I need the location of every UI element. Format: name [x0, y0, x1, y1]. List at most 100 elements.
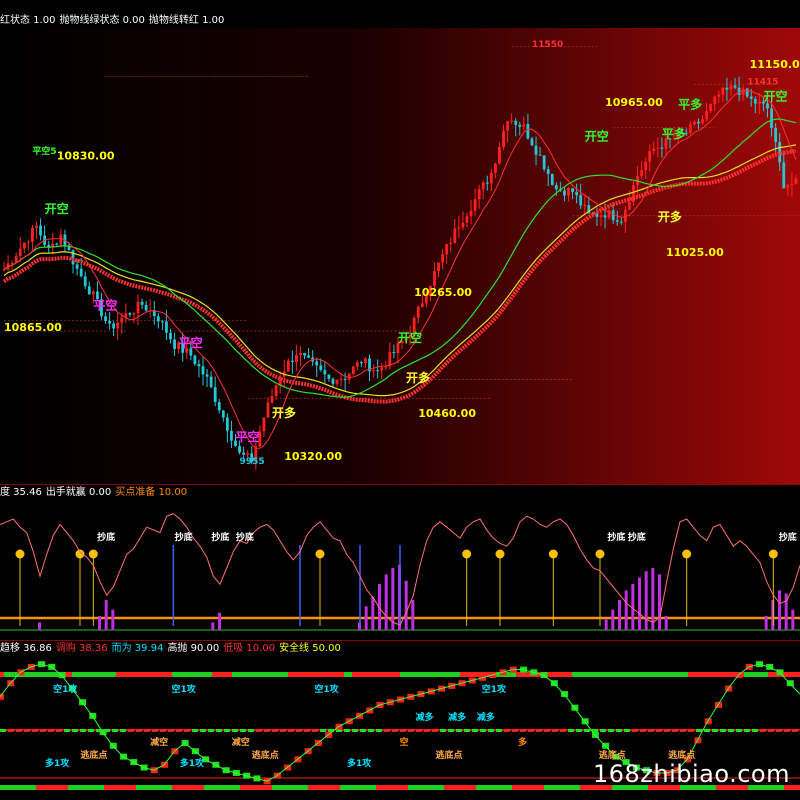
- price-label: 10965.00: [605, 96, 663, 109]
- status-strip-bottom: [464, 785, 468, 790]
- candle-body: [209, 376, 213, 388]
- candle-body: [721, 87, 725, 95]
- status-strip-top: [328, 672, 332, 677]
- status-strip-top: [308, 672, 312, 677]
- candle-body: [705, 110, 708, 120]
- status-strip-bottom: [352, 785, 356, 790]
- candle-body: [173, 339, 176, 350]
- signal-label: 开多: [406, 370, 430, 385]
- mid-strip: [288, 729, 294, 732]
- status-strip-bottom: [360, 785, 364, 790]
- candle-body: [725, 87, 729, 90]
- mid-strip: [472, 729, 478, 732]
- mid-strip: [784, 729, 790, 732]
- mid-strip: [304, 729, 310, 732]
- status-strip-top: [312, 672, 316, 677]
- status-strip-top: [552, 672, 556, 677]
- mid-strip: [744, 729, 750, 732]
- status-strip-bottom: [20, 785, 24, 790]
- status-strip-bottom: [136, 785, 140, 790]
- status-strip-top: [424, 672, 428, 677]
- mid-strip: [584, 729, 590, 732]
- mid-strip: [776, 729, 782, 732]
- status-strip-bottom: [76, 785, 80, 790]
- status-strip-top: [748, 672, 752, 677]
- status-strip-top: [560, 672, 564, 677]
- candle-body: [213, 387, 217, 403]
- mid-strip: [568, 729, 574, 732]
- mid-strip: [656, 729, 662, 732]
- mid-strip: [416, 729, 422, 732]
- status-strip-bottom: [588, 785, 592, 790]
- status-strip-top: [28, 672, 32, 677]
- dip-bar: [624, 590, 628, 630]
- status-strip-bottom: [156, 785, 160, 790]
- candle-body: [10, 262, 14, 264]
- candle-body: [116, 322, 120, 329]
- candle-body: [225, 417, 229, 431]
- status-strip-bottom: [180, 785, 184, 790]
- dip-bar: [411, 600, 415, 630]
- header-item: 抛物线转红 1.00: [148, 15, 225, 26]
- status-strip-bottom: [420, 785, 424, 790]
- candle-body: [286, 360, 290, 372]
- mid-strip: [88, 729, 94, 732]
- status-strip-top: [452, 672, 456, 677]
- status-strip-top: [568, 672, 572, 677]
- status-strip-bottom: [564, 785, 568, 790]
- status-strip-bottom: [320, 785, 324, 790]
- status-strip-bottom: [480, 785, 484, 790]
- status-strip-bottom: [64, 785, 68, 790]
- signal-label: 开多: [272, 405, 296, 420]
- status-strip-top: [616, 672, 620, 677]
- status-strip-bottom: [116, 785, 120, 790]
- candle-body: [335, 379, 339, 384]
- status-strip-top: [660, 672, 664, 677]
- status-strip-top: [72, 672, 76, 677]
- bottom-label: 抄底: [236, 531, 254, 543]
- status-strip-top: [512, 672, 516, 677]
- status-strip-top: [340, 672, 344, 677]
- status-strip-top: [752, 672, 756, 677]
- status-strip-bottom: [376, 785, 380, 790]
- mid-strip: [232, 729, 238, 732]
- trend-label: 空1攻: [53, 683, 78, 695]
- status-strip-bottom: [16, 785, 20, 790]
- candle-body: [87, 286, 91, 295]
- mid-strip: [16, 729, 22, 732]
- candle-body: [579, 195, 583, 206]
- candle-body: [295, 355, 298, 362]
- dip-bar: [664, 616, 668, 630]
- status-strip-bottom: [120, 785, 124, 790]
- candle-body: [230, 430, 233, 441]
- status-strip-bottom: [416, 785, 420, 790]
- smiley-icon: [15, 549, 25, 559]
- status-strip-top: [204, 672, 208, 677]
- candle-body: [749, 96, 753, 99]
- status-strip-bottom: [4, 785, 8, 790]
- candle-body: [546, 169, 550, 174]
- status-strip-bottom: [40, 785, 44, 790]
- candle-body: [319, 365, 323, 371]
- status-strip-top: [436, 672, 440, 677]
- status-strip-bottom: [284, 785, 288, 790]
- status-strip-bottom: [240, 785, 244, 790]
- status-strip-bottom: [356, 785, 360, 790]
- signal-label: 开空: [45, 201, 69, 216]
- status-strip-bottom: [384, 785, 388, 790]
- signal-label: 开空: [763, 88, 787, 103]
- status-strip-bottom: [184, 785, 188, 790]
- status-strip-bottom: [440, 785, 444, 790]
- candle-body: [518, 124, 522, 127]
- candle-body: [554, 185, 558, 190]
- candle-body: [433, 271, 436, 286]
- status-strip-top: [772, 672, 776, 677]
- mid-strip: [440, 729, 446, 732]
- status-strip-bottom: [208, 785, 212, 790]
- smiley-icon: [88, 549, 98, 559]
- candle-body: [323, 370, 327, 375]
- status-strip-bottom: [552, 785, 556, 790]
- candle-body: [169, 332, 172, 340]
- status-strip-top: [472, 672, 476, 677]
- mid-strip: [536, 729, 542, 732]
